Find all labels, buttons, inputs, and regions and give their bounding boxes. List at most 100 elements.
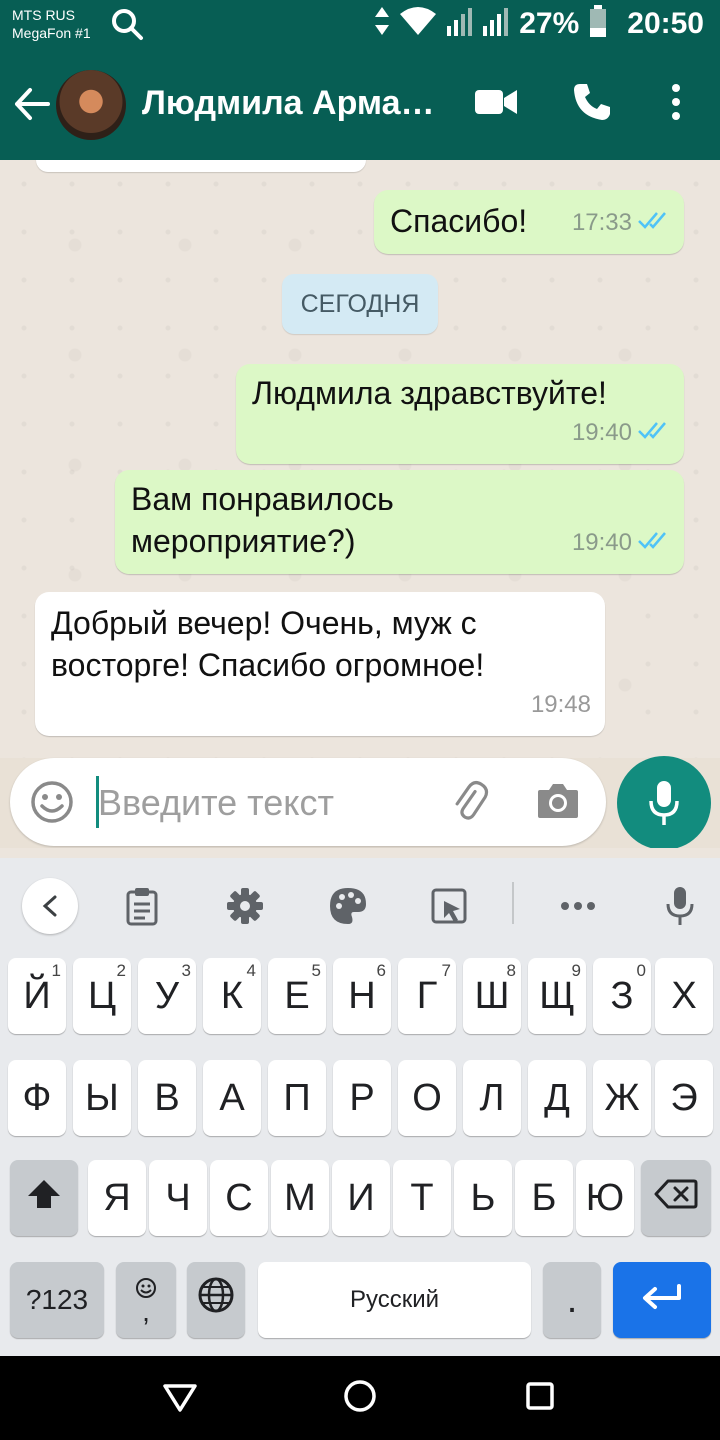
message-meta: 19:40 [572, 522, 670, 564]
key-label: У [154, 974, 180, 1017]
key-label: К [220, 974, 244, 1017]
key-letter[interactable]: А [203, 1060, 261, 1136]
key-letter[interactable]: Ч [149, 1160, 207, 1236]
key-letter[interactable]: Л [463, 1060, 521, 1136]
video-call-icon[interactable] [474, 82, 518, 127]
backspace-key[interactable] [641, 1160, 711, 1236]
read-ticks-icon [638, 202, 670, 244]
key-letter[interactable]: Ь [454, 1160, 512, 1236]
nav-back-icon[interactable] [162, 1378, 198, 1419]
system-navigation-bar [0, 1356, 720, 1440]
symbols-key[interactable]: ?123 [10, 1262, 104, 1338]
key-letter[interactable]: Э [655, 1060, 713, 1136]
message-composer[interactable]: Введите текст [10, 758, 606, 846]
key-letter[interactable]: Ш8 [463, 958, 521, 1034]
camera-icon[interactable] [536, 780, 580, 825]
key-letter[interactable]: Б [515, 1160, 573, 1236]
key-letter[interactable]: З0 [593, 958, 651, 1034]
key-letter[interactable]: П [268, 1060, 326, 1136]
key-letter[interactable]: Ы [73, 1060, 131, 1136]
chat-area[interactable]: Спасибо! 17:33 СЕГОДНЯ Людмила здравству… [0, 160, 720, 758]
key-letter[interactable]: Ф [8, 1060, 66, 1136]
message-time: 19:40 [571, 529, 632, 556]
key-label: Х [671, 974, 697, 1017]
status-time: 20:50 [627, 6, 704, 40]
period-key[interactable]: . [543, 1262, 601, 1338]
key-letter[interactable]: У3 [138, 958, 196, 1034]
message-meta: 17:33 [572, 202, 670, 244]
message-meta: 19:40 [572, 412, 670, 454]
previous-message-bubble [36, 160, 366, 172]
space-key[interactable]: Русский [258, 1262, 531, 1338]
nav-home-icon[interactable] [342, 1378, 378, 1419]
key-letter[interactable]: Х [655, 958, 713, 1034]
status-right: 27% 20:50 [375, 5, 704, 42]
key-letter[interactable]: Е5 [268, 958, 326, 1034]
key-letter[interactable]: Ж [593, 1060, 651, 1136]
key-letter[interactable]: Н6 [333, 958, 391, 1034]
toolbar-separator [512, 882, 514, 924]
back-arrow-icon[interactable] [14, 86, 50, 127]
message-bubble-outgoing[interactable]: Людмила здравствуйте! 19:40 [236, 364, 684, 464]
carrier-line-2: MegaFon #1 [12, 25, 91, 41]
key-label: Г [416, 974, 438, 1017]
key-letter[interactable]: Щ9 [528, 958, 586, 1034]
key-hint: 6 [376, 961, 386, 980]
message-text-line: восторге! Спасибо огромное! [51, 647, 485, 683]
message-text-line: Добрый вечер! Очень, муж с [51, 605, 477, 641]
message-bubble-outgoing[interactable]: Вам понравилось мероприятие?) 19:40 [115, 470, 684, 574]
contact-name[interactable]: Людмила Армашева [142, 84, 442, 123]
enter-key[interactable] [613, 1262, 711, 1338]
voice-input-icon[interactable] [652, 878, 708, 934]
signal-1-icon [447, 6, 473, 41]
message-text: Людмила здравствуйте! [252, 375, 607, 411]
avatar[interactable] [56, 70, 126, 140]
key-label: Й [23, 974, 51, 1017]
key-letter[interactable]: И [332, 1160, 390, 1236]
theme-palette-icon[interactable] [320, 878, 376, 934]
key-letter[interactable]: С [210, 1160, 268, 1236]
key-letter[interactable]: В [138, 1060, 196, 1136]
key-letter[interactable]: Ц2 [73, 958, 131, 1034]
shift-key[interactable] [10, 1160, 78, 1236]
emoji-comma-key[interactable]: , [116, 1262, 176, 1338]
attach-icon[interactable] [448, 780, 492, 829]
language-switch-key[interactable] [187, 1262, 245, 1338]
message-meta: 19:48 [531, 684, 591, 726]
voice-record-button[interactable] [617, 756, 711, 850]
one-handed-mode-icon[interactable] [421, 878, 477, 934]
message-bubble-outgoing[interactable]: Спасибо! 17:33 [374, 190, 684, 254]
more-options-icon[interactable] [666, 82, 686, 127]
key-letter[interactable]: Д [528, 1060, 586, 1136]
key-hint: 9 [571, 961, 581, 980]
message-input[interactable]: Введите текст [98, 782, 334, 824]
emoji-icon[interactable] [30, 780, 74, 829]
key-letter[interactable]: Й1 [8, 958, 66, 1034]
more-tools-icon[interactable] [550, 878, 606, 934]
status-bar: MTS RUS MegaFon #1 27% 20:50 [0, 0, 720, 48]
key-letter[interactable]: Г7 [398, 958, 456, 1034]
nav-recents-icon[interactable] [523, 1378, 557, 1419]
message-text: Спасибо! [390, 203, 528, 239]
message-bubble-incoming[interactable]: Добрый вечер! Очень, муж с восторге! Спа… [35, 592, 605, 736]
key-label: Ш [474, 974, 510, 1017]
read-ticks-icon [638, 522, 670, 564]
key-label: Е [284, 974, 310, 1017]
key-letter[interactable]: Т [393, 1160, 451, 1236]
enter-arrow-icon [641, 1279, 683, 1322]
key-letter[interactable]: К4 [203, 958, 261, 1034]
keyboard-collapse-button[interactable] [22, 878, 78, 934]
message-text-line: Вам понравилось [131, 481, 394, 517]
settings-gear-icon[interactable] [217, 878, 273, 934]
battery-icon [589, 5, 607, 42]
phone-call-icon[interactable] [572, 82, 612, 127]
carrier-info: MTS RUS MegaFon #1 [12, 6, 91, 42]
key-letter[interactable]: М [271, 1160, 329, 1236]
clipboard-icon[interactable] [114, 878, 170, 934]
chat-header: Людмила Армашева [0, 48, 720, 160]
key-letter[interactable]: Ю [576, 1160, 634, 1236]
key-letter[interactable]: О [398, 1060, 456, 1136]
key-letter[interactable]: Я [88, 1160, 146, 1236]
key-label: Щ [539, 974, 575, 1017]
key-letter[interactable]: Р [333, 1060, 391, 1136]
